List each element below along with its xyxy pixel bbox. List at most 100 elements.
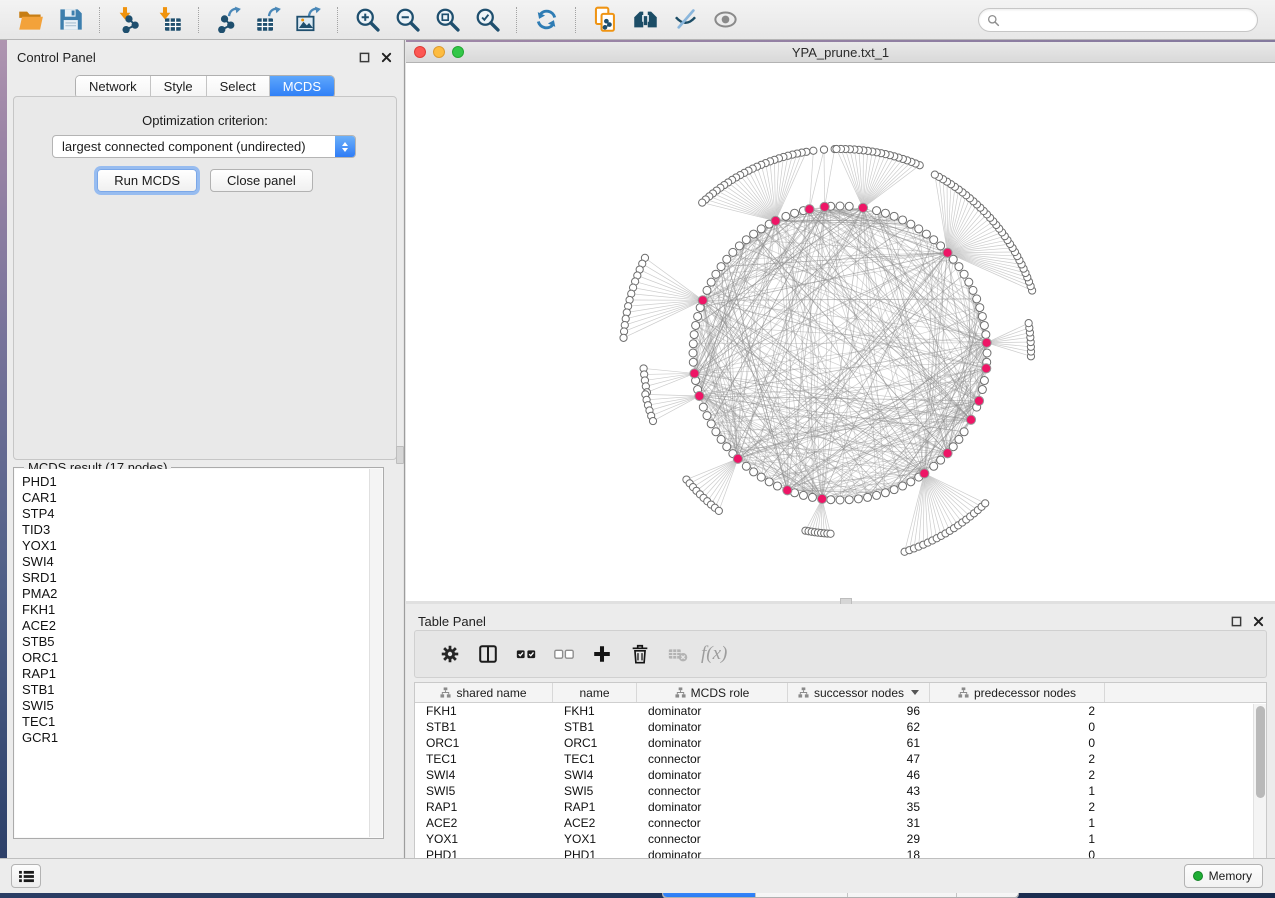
mcds-result-item[interactable]: CAR1 xyxy=(15,490,382,506)
new-network-from-selection-icon[interactable] xyxy=(588,4,622,36)
column-header-predecessor-nodes[interactable]: predecessor nodes xyxy=(930,683,1105,702)
network-node[interactable] xyxy=(907,478,915,486)
network-node[interactable] xyxy=(836,496,844,504)
leaf-node[interactable] xyxy=(827,530,834,537)
minimize-window-icon[interactable] xyxy=(433,46,445,58)
network-node[interactable] xyxy=(692,321,700,329)
float-panel-icon[interactable] xyxy=(357,50,371,64)
network-node[interactable] xyxy=(712,270,720,278)
apply-layout-icon[interactable] xyxy=(529,4,563,36)
mcds-result-item[interactable]: ACE2 xyxy=(15,618,382,634)
mcds-hub-node[interactable] xyxy=(817,494,826,503)
create-column-plus-icon[interactable] xyxy=(583,639,621,669)
zoom-in-icon[interactable] xyxy=(350,4,384,36)
mcds-result-item[interactable]: RAP1 xyxy=(15,666,382,682)
network-node[interactable] xyxy=(703,286,711,294)
network-node[interactable] xyxy=(955,435,963,443)
leaf-node[interactable] xyxy=(699,199,706,206)
network-node[interactable] xyxy=(899,216,907,224)
optimization-criterion-select[interactable]: largest connected component (undirected) xyxy=(52,135,356,158)
network-node[interactable] xyxy=(980,321,988,329)
table-scrollbar[interactable] xyxy=(1253,704,1266,871)
network-node[interactable] xyxy=(845,202,853,210)
mcds-result-item[interactable]: TID3 xyxy=(15,522,382,538)
network-node[interactable] xyxy=(707,278,715,286)
show-all-eye-icon[interactable] xyxy=(708,4,742,36)
mcds-result-item[interactable]: SWI4 xyxy=(15,554,382,570)
network-node[interactable] xyxy=(689,340,697,348)
network-node[interactable] xyxy=(735,242,743,250)
mcds-hub-node[interactable] xyxy=(698,296,707,305)
network-node[interactable] xyxy=(703,412,711,420)
import-table-icon[interactable] xyxy=(152,4,186,36)
leaf-node[interactable] xyxy=(931,171,938,178)
mcds-result-item[interactable]: STB5 xyxy=(15,634,382,650)
network-node[interactable] xyxy=(937,242,945,250)
export-table-icon[interactable] xyxy=(251,4,285,36)
network-node[interactable] xyxy=(689,358,697,366)
network-node[interactable] xyxy=(836,202,844,210)
mcds-list-scrollbar[interactable] xyxy=(369,469,382,837)
mcds-result-item[interactable]: ORC1 xyxy=(15,650,382,666)
mcds-result-item[interactable]: TEC1 xyxy=(15,714,382,730)
mcds-hub-node[interactable] xyxy=(982,364,991,373)
zoom-selected-icon[interactable] xyxy=(470,4,504,36)
network-node[interactable] xyxy=(750,230,758,238)
open-file-icon[interactable] xyxy=(13,4,47,36)
tab-network[interactable]: Network xyxy=(76,76,150,98)
network-node[interactable] xyxy=(899,482,907,490)
table-row[interactable]: ACE2ACE2connector311 xyxy=(415,815,1266,831)
network-node[interactable] xyxy=(969,286,977,294)
float-panel-icon[interactable] xyxy=(1229,614,1243,628)
close-panel-icon[interactable] xyxy=(1251,614,1265,628)
network-node[interactable] xyxy=(782,212,790,220)
network-node[interactable] xyxy=(864,493,872,501)
zoom-window-icon[interactable] xyxy=(452,46,464,58)
table-options-gear-icon[interactable] xyxy=(431,639,469,669)
leaf-node[interactable] xyxy=(620,334,627,341)
mcds-hub-node[interactable] xyxy=(974,396,983,405)
delete-columns-trash-icon[interactable] xyxy=(621,639,659,669)
network-node[interactable] xyxy=(890,486,898,494)
network-frame-titlebar[interactable]: YPA_prune.txt_1 xyxy=(406,42,1275,63)
leaf-node[interactable] xyxy=(833,145,840,152)
import-network-icon[interactable] xyxy=(112,4,146,36)
mcds-hub-node[interactable] xyxy=(783,486,792,495)
network-node[interactable] xyxy=(723,443,731,451)
mcds-hub-node[interactable] xyxy=(858,203,867,212)
export-network-icon[interactable] xyxy=(211,4,245,36)
network-node[interactable] xyxy=(699,403,707,411)
network-node[interactable] xyxy=(960,428,968,436)
mcds-result-item[interactable]: PHD1 xyxy=(15,474,382,490)
network-node[interactable] xyxy=(976,304,984,312)
run-mcds-button[interactable]: Run MCDS xyxy=(97,169,197,192)
network-node[interactable] xyxy=(881,489,889,497)
column-header-name[interactable]: name xyxy=(553,683,637,702)
mcds-result-item[interactable]: PMA2 xyxy=(15,586,382,602)
mcds-hub-node[interactable] xyxy=(943,449,952,458)
mcds-hub-node[interactable] xyxy=(733,454,742,463)
network-search-field[interactable] xyxy=(978,8,1258,32)
leaf-node[interactable] xyxy=(982,500,989,507)
network-node[interactable] xyxy=(742,236,750,244)
function-builder-icon[interactable]: f(x) xyxy=(697,643,727,665)
table-row[interactable]: ORC1ORC1dominator610 xyxy=(415,735,1266,751)
network-node[interactable] xyxy=(717,435,725,443)
network-node[interactable] xyxy=(978,312,986,320)
select-all-rows-icon[interactable] xyxy=(507,639,545,669)
column-header-successor-nodes[interactable]: successor nodes xyxy=(788,683,930,702)
splitter-grip[interactable] xyxy=(396,446,404,464)
network-node[interactable] xyxy=(982,331,990,339)
network-node[interactable] xyxy=(980,377,988,385)
network-node[interactable] xyxy=(757,473,765,481)
table-row[interactable]: SWI4SWI4dominator462 xyxy=(415,767,1266,783)
network-node[interactable] xyxy=(845,496,853,504)
network-node[interactable] xyxy=(757,225,765,233)
network-node[interactable] xyxy=(773,482,781,490)
network-node[interactable] xyxy=(765,478,773,486)
network-node[interactable] xyxy=(827,496,835,504)
mcds-result-item[interactable]: STB1 xyxy=(15,682,382,698)
network-node[interactable] xyxy=(729,248,737,256)
mcds-hub-node[interactable] xyxy=(943,248,952,257)
network-node[interactable] xyxy=(978,386,986,394)
